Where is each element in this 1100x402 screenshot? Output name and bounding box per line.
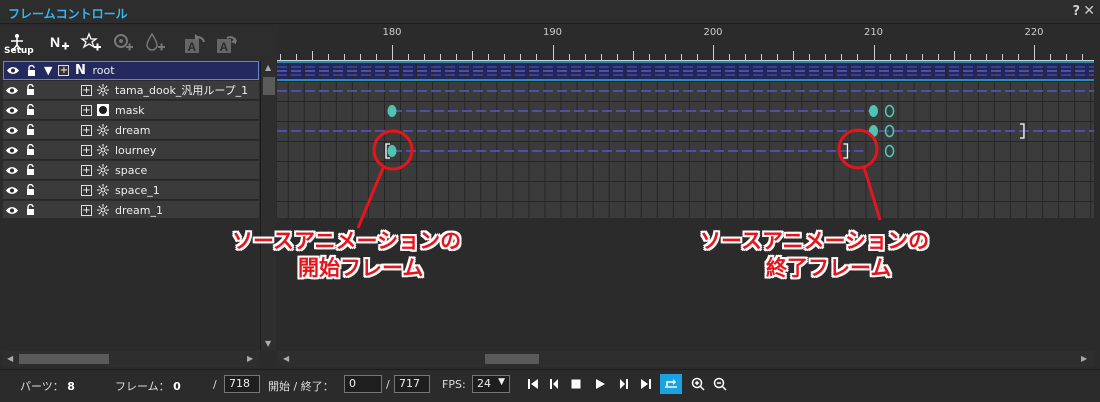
fps-select[interactable]: 24 ▼ xyxy=(472,375,510,393)
loop-icon xyxy=(665,379,677,388)
end-callout-line1: ソースアニメーションの xyxy=(700,229,930,253)
annotation-overlay xyxy=(356,128,882,229)
end-callout-line2: 終了フレーム xyxy=(766,256,892,280)
fps-label: FPS: xyxy=(442,378,466,391)
status-bar: パーツ： 8 フレーム： 0 / 718 開始 / 終了： 0 / 717 FP… xyxy=(0,369,1100,402)
start-frame-highlight-circle xyxy=(372,129,414,171)
range-label: 開始 / 終了： xyxy=(268,380,334,393)
skip-to-end-icon xyxy=(641,379,651,389)
end-frame-pointer-line xyxy=(862,166,882,221)
previous-frame-button[interactable] xyxy=(546,376,562,392)
fps-value: 24 xyxy=(477,377,491,390)
parts-label: パーツ： xyxy=(20,380,64,393)
zoom-in-icon xyxy=(691,377,705,391)
range-end-field[interactable]: 717 xyxy=(394,375,430,393)
start-frame-pointer-line xyxy=(356,167,385,229)
zoom-out-icon xyxy=(713,377,727,391)
stop-icon xyxy=(571,379,581,389)
range-separator: / xyxy=(386,378,390,391)
total-frames-field[interactable]: 718 xyxy=(224,375,260,393)
zoom-in-button[interactable] xyxy=(690,376,706,392)
end-frame-highlight-circle xyxy=(837,128,879,170)
frame-label: フレーム： xyxy=(115,380,170,393)
frame-total-separator: / xyxy=(213,378,217,391)
step-back-icon xyxy=(550,379,558,389)
start-frame-callout: ソースアニメーションの 開始フレーム xyxy=(232,228,461,282)
end-frame-callout: ソースアニメーションの 終了フレーム xyxy=(700,228,929,282)
step-forward-icon xyxy=(620,379,628,389)
start-callout-line2: 開始フレーム xyxy=(298,256,424,280)
parts-count: パーツ： 8 xyxy=(20,378,75,394)
fps-dropdown-arrow-icon: ▼ xyxy=(498,377,505,387)
play-button[interactable] xyxy=(592,376,608,392)
parts-value: 8 xyxy=(67,380,75,393)
next-frame-button[interactable] xyxy=(616,376,632,392)
range-start-field[interactable]: 0 xyxy=(344,375,382,393)
go-to-start-button[interactable] xyxy=(525,376,541,392)
current-frame: フレーム： 0 xyxy=(115,378,181,394)
loop-toggle-button[interactable] xyxy=(660,374,682,394)
zoom-out-button[interactable] xyxy=(712,376,728,392)
start-callout-line1: ソースアニメーションの xyxy=(232,229,462,253)
stop-button[interactable] xyxy=(568,376,584,392)
go-to-end-button[interactable] xyxy=(638,376,654,392)
skip-to-start-icon xyxy=(528,379,538,389)
frame-value: 0 xyxy=(173,380,181,393)
play-icon xyxy=(596,379,605,389)
